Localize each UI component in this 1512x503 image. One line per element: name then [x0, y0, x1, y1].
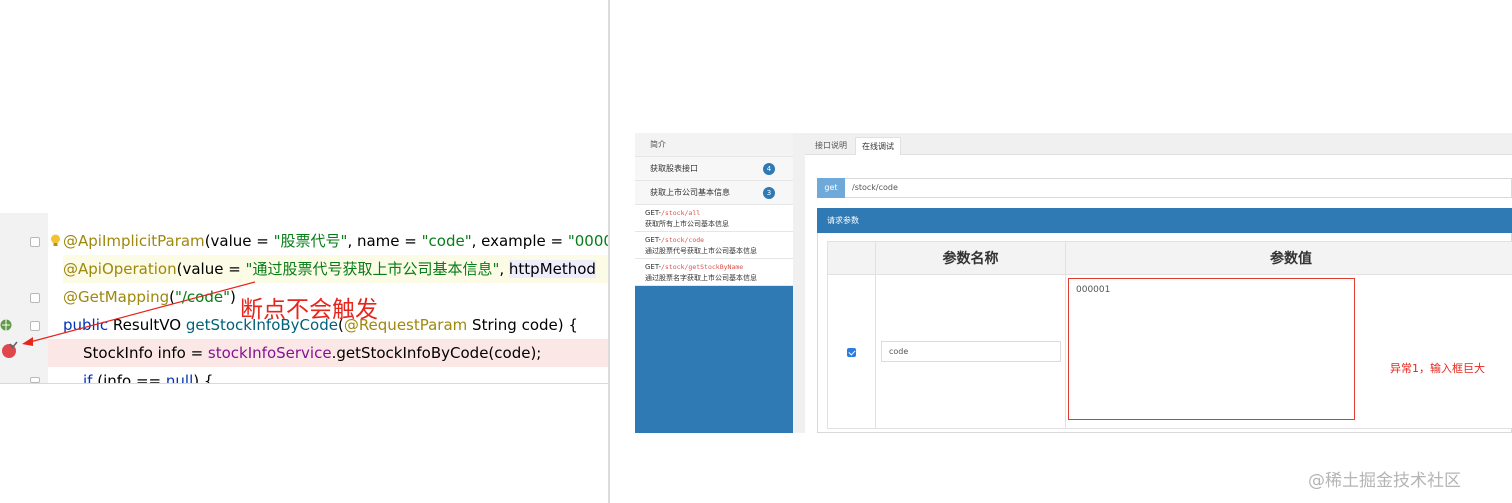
table-header-value: 参数值 [1065, 241, 1512, 275]
table-header-row: 参数名称 参数值 [827, 241, 1512, 275]
main-content: 接口说明 在线调试 get /stock/code 请求参数 参数名称 参数值 [805, 133, 1512, 433]
sidebar-endpoint-item[interactable]: GET-/stock/all 获取所有上市公司基本信息 [635, 205, 793, 232]
endpoint-method: GET- [645, 209, 662, 217]
sidebar-group-company-info[interactable]: 获取上市公司基本信息 3 [635, 181, 793, 205]
swagger-ui: 简介 获取股表接口 4 获取上市公司基本信息 3 GET-/stock/all … [635, 133, 1512, 433]
tab-api-doc[interactable]: 接口说明 [809, 137, 853, 155]
sidebar: 简介 获取股表接口 4 获取上市公司基本信息 3 GET-/stock/all … [635, 133, 793, 433]
endpoint-path: /stock/code [661, 236, 705, 244]
request-url[interactable]: /stock/code [852, 179, 898, 197]
tab-bar: 接口说明 在线调试 [805, 133, 1512, 155]
sidebar-item-label: 简介 [650, 140, 666, 149]
endpoint-method: GET- [645, 263, 662, 271]
sidebar-item-label: 获取股表接口 [650, 164, 698, 173]
watermark: @稀土掘金技术社区 [1308, 471, 1461, 491]
table-header-name: 参数名称 [875, 241, 1066, 275]
endpoint-desc: 获取所有上市公司基本信息 [645, 220, 729, 228]
sidebar-group-stock-list[interactable]: 获取股表接口 4 [635, 157, 793, 181]
sidebar-menu: 简介 获取股表接口 4 获取上市公司基本信息 3 GET-/stock/all … [635, 133, 793, 286]
select-cell [827, 274, 876, 429]
params-table: 参数名称 参数值 code 000001 [827, 241, 1512, 429]
param-checkbox[interactable] [847, 348, 856, 357]
param-value-textarea[interactable]: 000001 [1068, 278, 1355, 420]
value-cell: 000001 [1065, 274, 1512, 429]
count-badge: 3 [763, 187, 775, 199]
table-row: code 000001 [827, 274, 1512, 429]
panel-divider [608, 0, 610, 503]
http-method-button[interactable]: get [817, 178, 845, 198]
annotation-caption: 断点不会触发 [240, 297, 378, 323]
params-panel: 参数名称 参数值 code 000001 [817, 233, 1512, 433]
annotation-arrow [22, 281, 256, 346]
request-url-bar: get /stock/code [817, 178, 1512, 198]
sidebar-endpoint-item[interactable]: GET-/stock/getStockByName 通过股票名字获取上市公司基本… [635, 259, 793, 286]
endpoint-path: /stock/all [661, 209, 701, 217]
endpoint-desc: 通过股票代号获取上市公司基本信息 [645, 247, 757, 255]
tab-online-debug[interactable]: 在线调试 [855, 137, 901, 155]
name-cell: code [875, 274, 1066, 429]
param-name-input[interactable]: code [881, 341, 1061, 362]
endpoint-path: /stock/getStockByName [661, 263, 744, 271]
ide-editor: @ApiImplicitParam(value = "股票代号", name =… [0, 0, 608, 503]
table-header-select [827, 241, 876, 275]
sidebar-item-label: 获取上市公司基本信息 [650, 188, 730, 197]
endpoint-desc: 通过股票名字获取上市公司基本信息 [645, 274, 757, 282]
count-badge: 4 [763, 163, 775, 175]
params-header: 请求参数 [817, 208, 1512, 233]
endpoint-method: GET- [645, 236, 662, 244]
content-gutter [793, 133, 805, 433]
sidebar-endpoint-item[interactable]: GET-/stock/code 通过股票代号获取上市公司基本信息 [635, 232, 793, 259]
anomaly-label: 异常1，输入框巨大 [1390, 362, 1485, 375]
sidebar-item-intro[interactable]: 简介 [635, 133, 793, 157]
